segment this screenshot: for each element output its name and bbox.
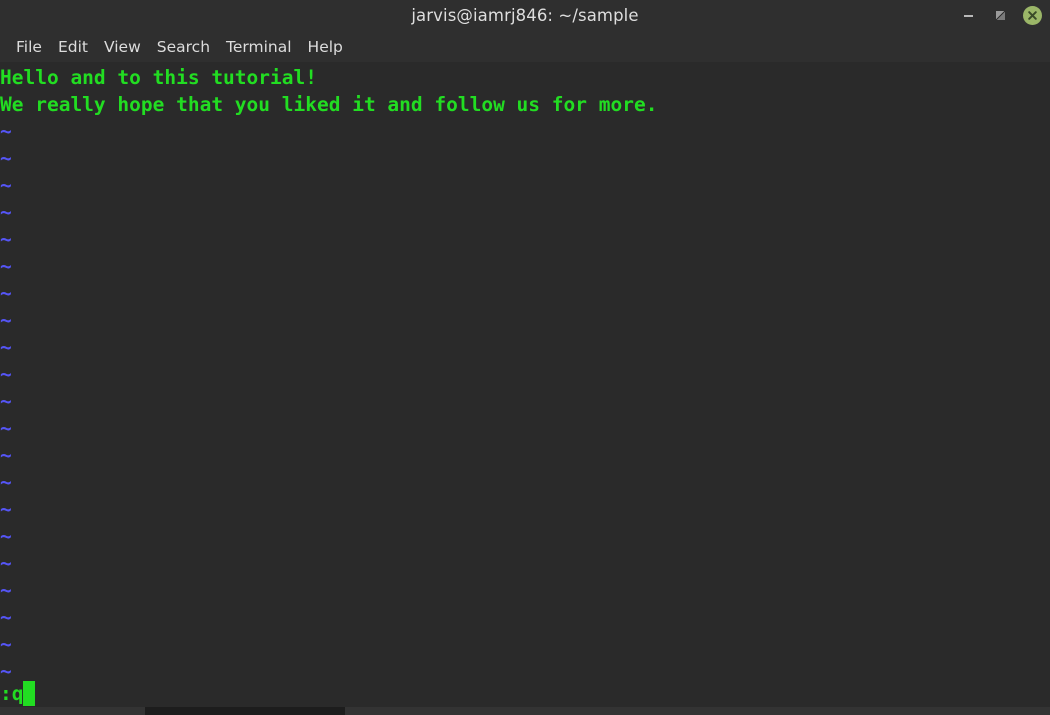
vim-empty-line-marker: ~ [0, 282, 12, 305]
maximize-button[interactable] [990, 6, 1010, 26]
minimize-button[interactable] [958, 6, 978, 26]
vim-empty-line-marker: ~ [0, 336, 12, 359]
menu-item-search[interactable]: Search [149, 36, 218, 58]
vim-empty-line-marker: ~ [0, 471, 12, 494]
vim-empty-line-marker: ~ [0, 525, 12, 548]
vim-empty-line-marker: ~ [0, 633, 12, 656]
vim-empty-line-marker: ~ [0, 579, 12, 602]
minimize-icon [963, 14, 973, 17]
terminal-text-line: Hello and to this tutorial! [0, 66, 317, 89]
close-icon [1022, 6, 1042, 25]
vim-empty-lines: ~ ~ ~ ~ ~ ~ ~ ~ ~ ~ ~ ~ ~ ~ ~ ~ ~ ~ ~ ~ ~ [0, 118, 1050, 685]
text-cursor [23, 681, 36, 706]
menu-item-edit[interactable]: Edit [50, 36, 96, 58]
vim-empty-line-marker: ~ [0, 147, 12, 170]
vim-empty-line-marker: ~ [0, 552, 12, 575]
vim-empty-line-marker: ~ [0, 660, 12, 683]
vim-empty-line-marker: ~ [0, 174, 12, 197]
maximize-icon [995, 11, 1005, 20]
scrollbar-thumb[interactable] [145, 707, 345, 715]
vim-empty-line-marker: ~ [0, 363, 12, 386]
vim-empty-line-marker: ~ [0, 309, 12, 332]
vim-empty-line-marker: ~ [0, 498, 12, 521]
vim-empty-line-marker: ~ [0, 255, 12, 278]
menu-item-view[interactable]: View [96, 36, 149, 58]
vim-empty-line-marker: ~ [0, 120, 12, 143]
window-title: jarvis@iamrj846: ~/sample [411, 6, 639, 25]
titlebar: jarvis@iamrj846: ~/sample [0, 0, 1050, 31]
terminal-window: jarvis@iamrj846: ~/sample File Edit View… [0, 0, 1050, 715]
menu-item-terminal[interactable]: Terminal [218, 36, 300, 58]
vim-command-line[interactable]: :q [0, 680, 36, 707]
menu-item-file[interactable]: File [8, 36, 50, 58]
vim-empty-line-marker: ~ [0, 390, 12, 413]
terminal-bottom-strip [0, 707, 1050, 715]
menubar: File Edit View Search Terminal Help [0, 31, 1050, 62]
vim-empty-line-marker: ~ [0, 417, 12, 440]
menu-item-help[interactable]: Help [300, 36, 351, 58]
vim-empty-line-marker: ~ [0, 606, 12, 629]
vim-command-text: :q [0, 682, 24, 705]
terminal-screen[interactable]: Hello and to this tutorial! We really ho… [0, 62, 1050, 715]
vim-empty-line-marker: ~ [0, 444, 12, 467]
window-controls [958, 0, 1042, 31]
vim-empty-line-marker: ~ [0, 228, 12, 251]
close-button[interactable] [1022, 6, 1042, 26]
terminal-text-line: We really hope that you liked it and fol… [0, 93, 658, 116]
vim-empty-line-marker: ~ [0, 201, 12, 224]
